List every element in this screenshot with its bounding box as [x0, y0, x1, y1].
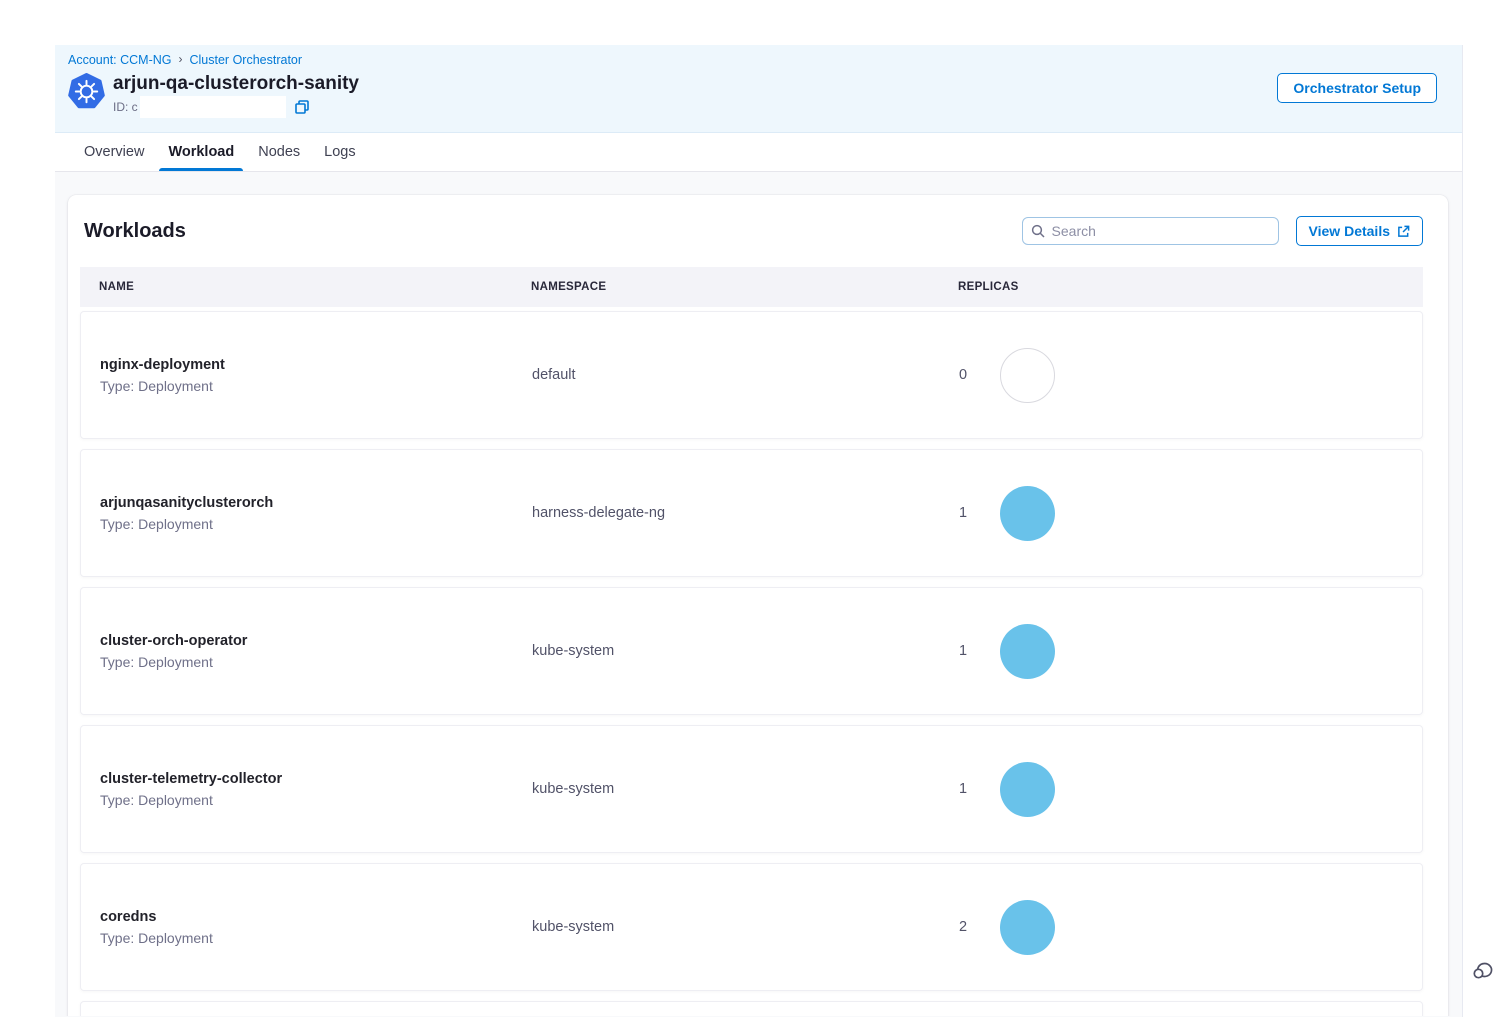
column-header-name: NAME	[80, 281, 512, 293]
workload-namespace: harness-delegate-ng	[513, 505, 940, 521]
workloads-card: Workloads View Details	[68, 195, 1448, 1016]
cluster-id-row: ID: c	[113, 97, 359, 117]
table-row[interactable]: coredns Type: Deployment kube-system 2	[80, 863, 1423, 991]
workload-namespace: default	[513, 367, 940, 383]
column-header-replicas: REPLICAS	[939, 281, 1423, 293]
replica-status-circle	[1000, 624, 1055, 679]
workload-type: Type: Deployment	[100, 516, 513, 532]
column-header-namespace: NAMESPACE	[512, 281, 939, 293]
workload-replicas-cell: 2	[940, 900, 1422, 955]
orchestrator-setup-button[interactable]: Orchestrator Setup	[1277, 73, 1437, 103]
replicas-count: 1	[959, 781, 967, 797]
workload-name-cell: cluster-orch-operator Type: Deployment	[81, 632, 513, 670]
replicas-count: 0	[959, 367, 967, 383]
search-input[interactable]	[1052, 223, 1270, 239]
breadcrumb-account-link[interactable]: Account: CCM-NG	[68, 53, 172, 67]
cluster-id-label: ID: c	[113, 100, 138, 114]
app-window: Account: CCM-NG › Cluster Orchestrator	[55, 45, 1463, 1017]
replica-status-circle	[1000, 762, 1055, 817]
workloads-header: Workloads View Details	[84, 215, 1423, 247]
replica-status-circle	[1000, 348, 1055, 403]
workload-name-cell: arjunqasanityclusterorch Type: Deploymen…	[81, 494, 513, 532]
tab-logs[interactable]: Logs	[317, 133, 362, 171]
search-box[interactable]	[1022, 217, 1279, 245]
table-header: NAME NAMESPACE REPLICAS	[80, 267, 1423, 307]
external-link-icon	[1397, 225, 1410, 238]
workload-namespace: kube-system	[513, 781, 940, 797]
workload-type: Type: Deployment	[100, 654, 513, 670]
tab-overview[interactable]: Overview	[77, 133, 151, 171]
workload-name: arjunqasanityclusterorch	[100, 494, 513, 513]
workload-replicas-cell: 1	[940, 486, 1422, 541]
replica-status-circle	[1000, 900, 1055, 955]
table-body: nginx-deployment Type: Deployment defaul…	[80, 311, 1423, 991]
workload-name-cell: cluster-telemetry-collector Type: Deploy…	[81, 770, 513, 808]
breadcrumb: Account: CCM-NG › Cluster Orchestrator	[68, 53, 1462, 67]
tab-workload[interactable]: Workload	[161, 133, 241, 171]
table-row[interactable]: cluster-telemetry-collector Type: Deploy…	[80, 725, 1423, 853]
workload-name: coredns	[100, 908, 513, 927]
workload-type: Type: Deployment	[100, 378, 513, 394]
search-icon	[1031, 224, 1045, 238]
workload-type: Type: Deployment	[100, 792, 513, 808]
workloads-title: Workloads	[84, 220, 1022, 243]
breadcrumb-separator-icon: ›	[179, 52, 183, 66]
title-block: arjun-qa-clusterorch-sanity ID: c	[113, 73, 359, 117]
table-row[interactable]: cluster-orch-operator Type: Deployment k…	[80, 587, 1423, 715]
workload-type: Type: Deployment	[100, 930, 513, 946]
breadcrumb-page-link[interactable]: Cluster Orchestrator	[190, 53, 303, 67]
title-row: arjun-qa-clusterorch-sanity ID: c	[68, 73, 1462, 117]
workload-name: cluster-orch-operator	[100, 632, 513, 651]
copy-icon[interactable]	[294, 99, 310, 115]
chat-bubbles-icon[interactable]	[1471, 957, 1497, 983]
table-row[interactable]: arjunqasanityclusterorch Type: Deploymen…	[80, 449, 1423, 577]
view-details-label: View Details	[1309, 223, 1390, 239]
table-row-partial[interactable]	[80, 1001, 1423, 1016]
workload-replicas-cell: 1	[940, 624, 1422, 679]
workload-namespace: kube-system	[513, 643, 940, 659]
page-title: arjun-qa-clusterorch-sanity	[113, 73, 359, 95]
replica-status-circle	[1000, 486, 1055, 541]
workload-replicas-cell: 0	[940, 348, 1422, 403]
workload-name: nginx-deployment	[100, 356, 513, 375]
screen: Account: CCM-NG › Cluster Orchestrator	[0, 0, 1502, 1036]
workload-name: cluster-telemetry-collector	[100, 770, 513, 789]
view-details-button[interactable]: View Details	[1296, 216, 1423, 246]
tab-bar: Overview Workload Nodes Logs	[55, 133, 1462, 172]
page-header: Account: CCM-NG › Cluster Orchestrator	[55, 45, 1462, 133]
workload-namespace: kube-system	[513, 919, 940, 935]
workload-name-cell: nginx-deployment Type: Deployment	[81, 356, 513, 394]
content-area: Workloads View Details	[55, 172, 1462, 1016]
replicas-count: 1	[959, 643, 967, 659]
replicas-count: 1	[959, 505, 967, 521]
table-row[interactable]: nginx-deployment Type: Deployment defaul…	[80, 311, 1423, 439]
replicas-count: 2	[959, 919, 967, 935]
kubernetes-icon	[68, 73, 105, 112]
tab-nodes[interactable]: Nodes	[251, 133, 307, 171]
cluster-id-redacted-value	[140, 96, 286, 118]
workload-name-cell: coredns Type: Deployment	[81, 908, 513, 946]
workload-replicas-cell: 1	[940, 762, 1422, 817]
